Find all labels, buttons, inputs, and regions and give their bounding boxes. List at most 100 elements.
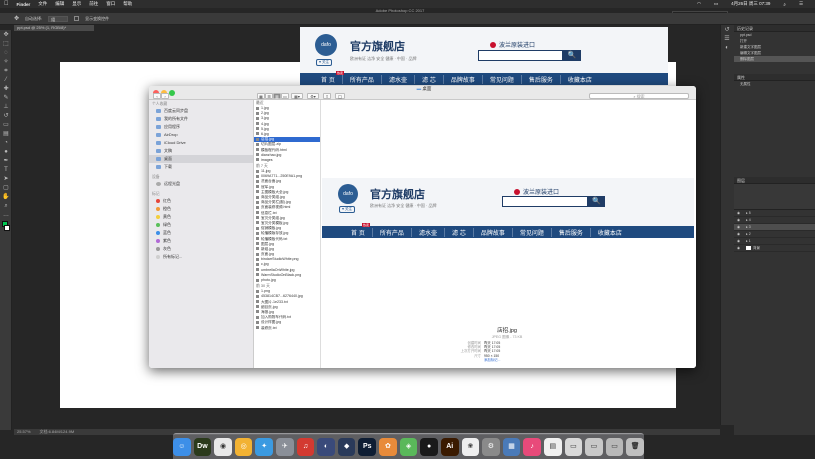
eye-icon[interactable]: ◉ bbox=[737, 217, 740, 224]
tag-item[interactable]: 红色 bbox=[149, 197, 253, 205]
dock-netease-icon[interactable]: ♫ bbox=[296, 437, 315, 456]
finder-search-input[interactable]: ⌕ 搜索 bbox=[589, 93, 689, 99]
layer-row[interactable]: ◉ ▸ 4 bbox=[734, 217, 815, 224]
tag-item-all[interactable]: 所有标记... bbox=[149, 253, 253, 261]
layers-panel-title[interactable]: 图层 bbox=[734, 177, 815, 184]
tag-item[interactable]: 绿色 bbox=[149, 221, 253, 229]
adjust-icon[interactable]: ◐ bbox=[723, 44, 731, 52]
blur-icon[interactable]: ◔ bbox=[2, 139, 10, 147]
menu-window[interactable]: 窗口 bbox=[106, 1, 115, 7]
path-select-icon[interactable]: ➤ bbox=[2, 175, 10, 183]
dodge-icon[interactable]: ● bbox=[2, 148, 10, 156]
list-icon[interactable]: ☰ bbox=[799, 1, 803, 7]
stamp-icon[interactable]: ⊥ bbox=[2, 103, 10, 111]
history-item-selected[interactable]: 删除图层 bbox=[734, 56, 815, 62]
nav-favorite-shop[interactable]: 收藏本店 bbox=[561, 75, 599, 84]
dock-docs-icon[interactable]: ▭ bbox=[564, 437, 583, 456]
view-icon-button[interactable]: ▦ bbox=[257, 93, 265, 99]
zoom-level[interactable]: 25.57% bbox=[17, 429, 31, 434]
dock-finder-icon[interactable]: ☺ bbox=[173, 437, 191, 456]
dock-music-icon[interactable]: ♪ bbox=[523, 437, 541, 456]
sidebar-item[interactable]: 我的所有文件 bbox=[149, 115, 253, 123]
view-gallery-button[interactable]: ▭ bbox=[281, 93, 289, 99]
dock-cinema-icon[interactable]: ◐ bbox=[317, 437, 335, 456]
tag-item[interactable]: 灰色 bbox=[149, 245, 253, 253]
history-icon[interactable]: ↺ bbox=[723, 26, 731, 34]
lasso-icon[interactable]: ◌ bbox=[2, 49, 10, 57]
back-button[interactable]: ‹ bbox=[153, 93, 161, 99]
dock-launchpad-icon[interactable]: ✈ bbox=[276, 437, 294, 456]
dock-settings-icon[interactable]: ⚙ bbox=[482, 437, 500, 456]
dock-photoshop-icon[interactable]: Ps bbox=[358, 437, 377, 456]
nav-home[interactable]: 首 页 bbox=[314, 74, 343, 84]
sidebar-item-desktop[interactable]: 桌面 bbox=[149, 155, 253, 163]
dock-safari-icon[interactable]: ✦ bbox=[255, 437, 274, 456]
hand-icon[interactable]: ✋ bbox=[2, 193, 10, 201]
apple-icon[interactable]:  bbox=[4, 1, 9, 7]
brush-icon[interactable]: ✎ bbox=[2, 94, 10, 102]
zoom-icon[interactable]: ⌕ bbox=[2, 202, 10, 210]
file-item[interactable]: 装修页.txt bbox=[254, 326, 320, 331]
gradient-icon[interactable]: ▤ bbox=[2, 130, 10, 138]
history-panel-title[interactable]: 历史记录 bbox=[734, 25, 815, 32]
layer-row[interactable]: ◉ 背景 bbox=[734, 245, 815, 252]
tag-item[interactable]: 橙色 bbox=[149, 205, 253, 213]
view-column-button[interactable]: ▥ bbox=[273, 93, 281, 99]
menu-help[interactable]: 帮助 bbox=[123, 1, 132, 7]
healing-icon[interactable]: ✚ bbox=[2, 85, 10, 93]
nav-faq[interactable]: 常见问题 bbox=[483, 74, 522, 84]
move-tool-icon[interactable]: ✥ bbox=[14, 15, 19, 22]
properties-icon[interactable]: ☰ bbox=[723, 35, 731, 43]
sidebar-item[interactable]: 百度云同步盘 bbox=[149, 107, 253, 115]
magic-wand-icon[interactable]: ✧ bbox=[2, 58, 10, 66]
wifi-icon[interactable]: ◠ bbox=[697, 1, 701, 7]
dock-dreamweaver-icon[interactable]: Dw bbox=[193, 437, 212, 456]
eye-icon[interactable]: ◉ bbox=[737, 210, 740, 217]
shop-search-input[interactable] bbox=[478, 50, 563, 61]
layer-row[interactable]: ◉ ▸ 2 bbox=[734, 231, 815, 238]
nav-all-products[interactable]: 所有产品 bbox=[343, 74, 382, 84]
sidebar-item-remote-disc[interactable]: 远程光盘 bbox=[149, 180, 253, 188]
sidebar-item[interactable]: AirDrop bbox=[149, 131, 253, 139]
dock-sketch-icon[interactable]: ◆ bbox=[337, 437, 356, 456]
action-gear-button[interactable]: ⚙▾ bbox=[307, 93, 319, 99]
dock-trash-icon[interactable]: 🗑 bbox=[626, 437, 645, 456]
menu-file[interactable]: 文件 bbox=[38, 1, 47, 7]
dock-preview-icon[interactable]: ▦ bbox=[502, 437, 521, 456]
search-icon[interactable]: ⌕ bbox=[783, 2, 786, 7]
dock-chrome-icon[interactable]: ◉ bbox=[214, 437, 232, 456]
layer-row[interactable]: ◉ ▸ 1 bbox=[734, 238, 815, 245]
sidebar-item[interactable]: 文稿 bbox=[149, 147, 253, 155]
menu-finder[interactable]: Finder bbox=[17, 2, 31, 7]
menu-view[interactable]: 显示 bbox=[72, 1, 81, 7]
eyedropper-icon[interactable]: ⁄ bbox=[2, 76, 10, 84]
menu-go[interactable]: 前往 bbox=[89, 1, 98, 7]
transform-controls-checkbox[interactable] bbox=[74, 16, 80, 21]
eraser-icon[interactable]: ▭ bbox=[2, 121, 10, 129]
follow-button[interactable]: ♥ 关注 bbox=[316, 59, 333, 66]
layer-row-selected[interactable]: ◉ ▸ 3 bbox=[734, 224, 815, 231]
dock-qq-icon[interactable]: ● bbox=[420, 437, 438, 456]
add-tags-link[interactable]: 添加标记... bbox=[484, 358, 500, 362]
type-icon[interactable]: T bbox=[2, 166, 10, 174]
move-icon[interactable]: ✥ bbox=[2, 31, 10, 39]
dock-photos-icon[interactable]: ❀ bbox=[461, 437, 480, 456]
layer-select-dropdown[interactable]: 组 bbox=[48, 15, 69, 22]
sidebar-item[interactable]: 下载 bbox=[149, 163, 253, 171]
dock-files-icon[interactable]: ▭ bbox=[585, 437, 603, 456]
crop-icon[interactable]: ⌗ bbox=[2, 67, 10, 75]
dock-maps-icon[interactable]: ◈ bbox=[399, 437, 418, 456]
dock-color-icon[interactable]: ✿ bbox=[379, 437, 397, 456]
preview-image[interactable]: dafo ♥ 关注 官方旗舰店 欧洲有证 洁净 安全 健康 · 中国 · 品牌 … bbox=[322, 178, 694, 238]
share-button[interactable]: ⇪ bbox=[323, 93, 331, 99]
menu-edit[interactable]: 编辑 bbox=[55, 1, 64, 7]
tag-button[interactable]: ◯ bbox=[335, 93, 345, 99]
nav-after-sales[interactable]: 售后服务 bbox=[522, 74, 561, 84]
eye-icon[interactable]: ◉ bbox=[737, 224, 740, 231]
view-list-button[interactable]: ☰ bbox=[265, 93, 273, 99]
shape-icon[interactable]: ▢ bbox=[2, 184, 10, 192]
dock-illustrator-icon[interactable]: Ai bbox=[440, 437, 459, 456]
sidebar-item[interactable]: 应用程序 bbox=[149, 123, 253, 131]
arrange-button[interactable]: ▦▾ bbox=[291, 93, 303, 99]
tag-item[interactable]: 黄色 bbox=[149, 213, 253, 221]
